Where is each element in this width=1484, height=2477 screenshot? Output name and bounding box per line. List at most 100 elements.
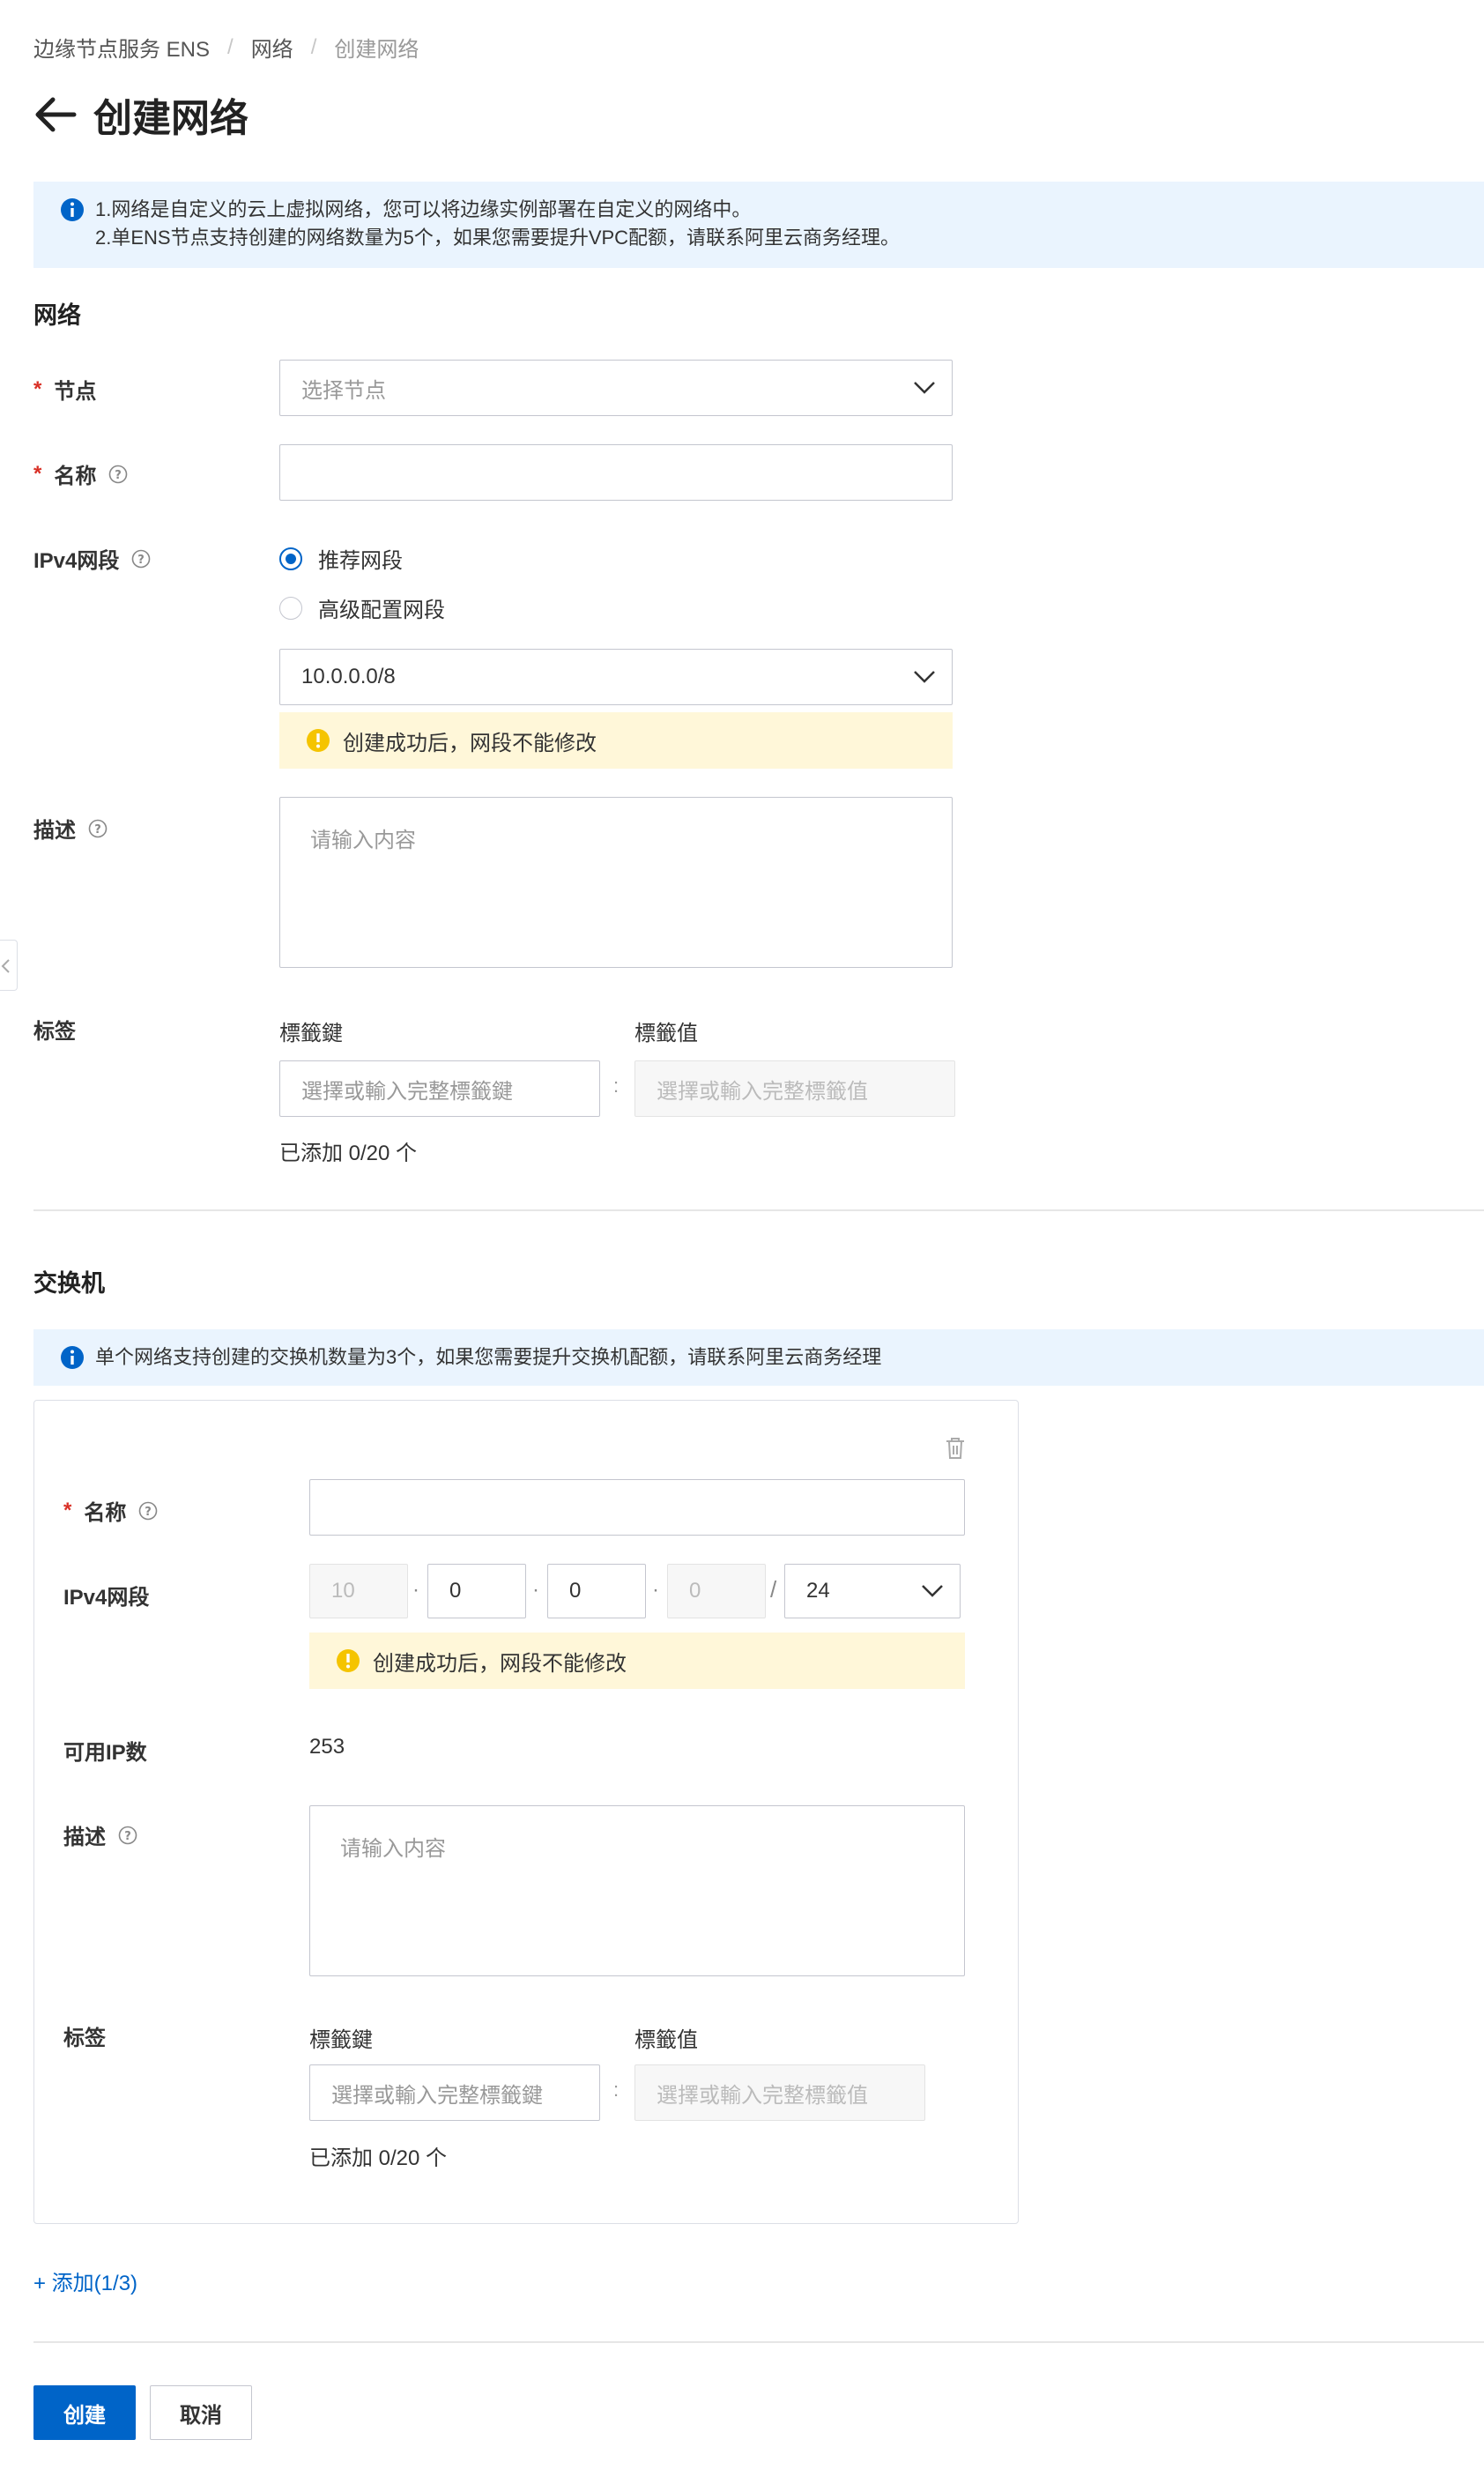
breadcrumb-network-link[interactable]: 网络 xyxy=(251,32,293,63)
tag-key-header: 標籤鍵 xyxy=(279,1022,343,1045)
warning-icon xyxy=(337,1649,360,1672)
description-textarea[interactable]: 请输入内容 xyxy=(279,797,953,968)
help-icon[interactable]: ? xyxy=(108,465,128,484)
info-notice: 1.网络是自定义的云上虚拟网络，您可以将边缘实例部署在自定义的网络中。 2.单E… xyxy=(33,182,1484,268)
available-ip-label-text: 可用IP数 xyxy=(63,1741,147,1765)
trash-icon[interactable] xyxy=(945,1437,966,1460)
chevron-down-icon xyxy=(914,382,935,394)
switch-tag-key-placeholder: 選擇或輸入完整標籤鍵 xyxy=(331,2083,543,2108)
warning-icon xyxy=(307,729,330,752)
tag-value-placeholder: 選擇或輸入完整標籤值 xyxy=(657,1079,868,1104)
network-name-label: * 名称 ? xyxy=(33,458,128,489)
tags-label-text: 标签 xyxy=(33,1020,76,1044)
radio-advanced[interactable]: 高级配置网段 xyxy=(279,592,445,623)
ip-octet-2[interactable]: 0 xyxy=(427,1564,526,1618)
switch-tag-value-input[interactable]: 選擇或輸入完整標籤值 xyxy=(634,2064,925,2121)
info-icon xyxy=(61,198,84,221)
required-mark: * xyxy=(33,376,42,401)
switch-cidr-warning-text: 创建成功后，网段不能修改 xyxy=(373,1651,627,1676)
network-name-label-text: 名称 xyxy=(54,465,97,488)
switch-cidr-warning: 创建成功后，网段不能修改 xyxy=(309,1633,965,1689)
tag-value-header: 標籤值 xyxy=(634,1022,698,1045)
switch-tag-colon: : xyxy=(613,2079,620,2101)
tag-count: 已添加 0/20 个 xyxy=(279,1142,418,1165)
cidr-warning: 创建成功后，网段不能修改 xyxy=(279,712,953,769)
ipv4-label: IPv4网段 ? xyxy=(33,543,151,574)
mask-select-value: 24 xyxy=(806,1579,830,1603)
switch-ipv4-label: IPv4网段 xyxy=(63,1580,149,1610)
tag-key-input[interactable]: 選擇或輸入完整標籤鍵 xyxy=(279,1060,600,1117)
ip-octet-4[interactable]: 0 xyxy=(667,1564,766,1618)
chevron-down-icon xyxy=(914,671,935,683)
switch-description-placeholder: 请输入内容 xyxy=(340,1837,446,1861)
ip-octet-3[interactable]: 0 xyxy=(547,1564,646,1618)
breadcrumb-separator: / xyxy=(227,34,234,59)
switch-description-label: 描述 ? xyxy=(63,1819,137,1850)
help-icon[interactable]: ? xyxy=(138,1501,158,1521)
page-title: 创建网络 xyxy=(93,97,249,140)
tag-value-input[interactable]: 選擇或輸入完整標籤值 xyxy=(634,1060,955,1117)
breadcrumb-separator: / xyxy=(310,34,317,59)
page-header: 创建网络 xyxy=(33,86,249,143)
tags-label: 标签 xyxy=(33,1014,76,1045)
switch-tag-key-header: 標籤鍵 xyxy=(309,2028,373,2052)
svg-text:?: ? xyxy=(94,823,101,837)
network-section-title: 网络 xyxy=(33,302,81,329)
tag-key-placeholder: 選擇或輸入完整標籤鍵 xyxy=(301,1079,513,1104)
ip-octet-4-value: 0 xyxy=(689,1579,701,1603)
mask-select[interactable]: 24 xyxy=(784,1564,961,1618)
chevron-left-icon xyxy=(1,959,10,973)
footer-divider xyxy=(33,2341,1484,2343)
switch-tag-key-input[interactable]: 選擇或輸入完整標籤鍵 xyxy=(309,2064,600,2121)
description-label: 描述 ? xyxy=(33,813,108,844)
info-icon xyxy=(61,1346,84,1369)
help-icon[interactable]: ? xyxy=(88,819,108,838)
radio-button[interactable] xyxy=(279,596,302,620)
notice-line-1: 1.网络是自定义的云上虚拟网络，您可以将边缘实例部署在自定义的网络中。 xyxy=(95,198,752,220)
breadcrumb-ens-link[interactable]: 边缘节点服务 ENS xyxy=(33,32,210,63)
cidr-warning-text: 创建成功后，网段不能修改 xyxy=(343,731,597,755)
svg-text:?: ? xyxy=(124,1830,131,1843)
switch-info-notice: 单个网络支持创建的交换机数量为3个，如果您需要提升交换机配额，请联系阿里云商务经… xyxy=(33,1329,1484,1386)
node-label-text: 节点 xyxy=(54,380,97,404)
svg-text:?: ? xyxy=(115,469,122,482)
switch-name-label-text: 名称 xyxy=(84,1501,127,1525)
ip-octet-1[interactable]: 10 xyxy=(309,1564,408,1618)
cancel-button[interactable]: 取消 xyxy=(150,2385,252,2440)
radio-recommended-label: 推荐网段 xyxy=(318,549,403,573)
node-select[interactable]: 选择节点 xyxy=(279,360,953,416)
svg-text:?: ? xyxy=(138,554,145,567)
help-icon[interactable]: ? xyxy=(131,549,151,569)
ip-slash: / xyxy=(770,1576,777,1603)
switch-section-title: 交换机 xyxy=(33,1270,105,1297)
notice-line-2: 2.单ENS节点支持创建的网络数量为5个，如果您需要提升VPC配额，请联系阿里云… xyxy=(95,227,901,249)
ip-octet-3-value: 0 xyxy=(569,1579,582,1603)
add-switch-link[interactable]: + 添加(1/3) xyxy=(33,2265,137,2296)
create-button[interactable]: 创建 xyxy=(33,2385,136,2440)
ip-dot: · xyxy=(532,1578,539,1602)
switch-description-label-text: 描述 xyxy=(63,1826,106,1849)
sidebar-collapse-handle[interactable] xyxy=(0,940,18,991)
switch-notice-text: 单个网络支持创建的交换机数量为3个，如果您需要提升交换机配额，请联系阿里云商务经… xyxy=(95,1346,882,1368)
network-name-input[interactable] xyxy=(279,444,953,501)
required-mark: * xyxy=(33,461,42,486)
switch-name-label: * 名称 ? xyxy=(63,1495,158,1526)
help-icon[interactable]: ? xyxy=(118,1826,137,1845)
breadcrumb: 边缘节点服务 ENS / 网络 / 创建网络 xyxy=(33,32,419,63)
ipv4-label-text: IPv4网段 xyxy=(33,549,120,573)
ip-dot: · xyxy=(412,1578,419,1602)
node-select-placeholder: 选择节点 xyxy=(301,378,386,403)
cidr-select-value: 10.0.0.0/8 xyxy=(301,665,396,688)
switch-tags-label: 标签 xyxy=(63,2020,106,2051)
radio-recommended[interactable]: 推荐网段 xyxy=(279,543,403,574)
switch-description-textarea[interactable]: 请输入内容 xyxy=(309,1805,965,1976)
node-label: * 节点 xyxy=(33,374,96,405)
ip-octet-1-value: 10 xyxy=(331,1579,355,1603)
switch-name-input[interactable] xyxy=(309,1479,965,1536)
cidr-select[interactable]: 10.0.0.0/8 xyxy=(279,649,953,705)
switch-tags-label-text: 标签 xyxy=(63,2027,106,2050)
radio-button-selected[interactable] xyxy=(279,547,302,570)
tag-colon: : xyxy=(613,1075,620,1097)
arrow-left-icon[interactable] xyxy=(33,94,78,135)
switch-ipv4-label-text: IPv4网段 xyxy=(63,1586,150,1610)
